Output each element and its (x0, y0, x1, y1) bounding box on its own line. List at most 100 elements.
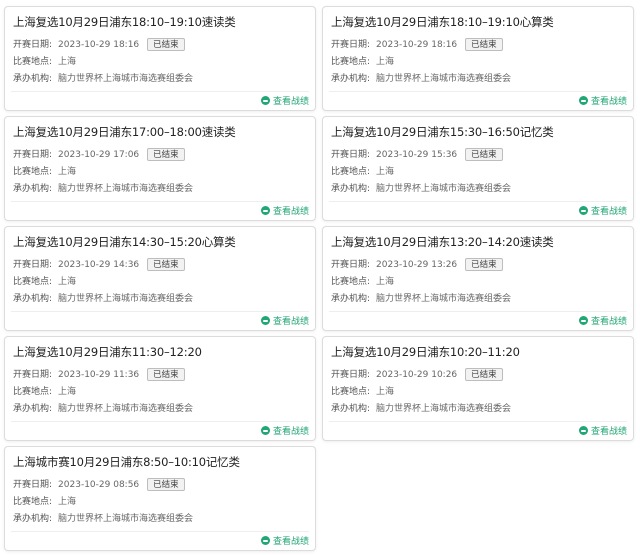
date-row: 开赛日期: 2023-10-29 11:36 已结束 (13, 368, 185, 382)
date-label: 开赛日期: (13, 260, 53, 270)
view-results-label: 查看战绩 (272, 97, 309, 107)
place-value: 上海 (58, 497, 77, 507)
view-results-icon (578, 96, 588, 105)
date-value: 2023-10-29 13:26 (376, 260, 458, 270)
card-title: 上海复选10月29日浦东11:30–12:20 (13, 345, 202, 359)
view-results-icon (260, 96, 270, 105)
organizer-row: 承办机构: 脑力世界杯上海城市海选赛组委会 (13, 182, 193, 196)
view-results-link[interactable]: 查看战绩 (260, 536, 309, 548)
view-results-label: 查看战绩 (272, 317, 309, 327)
organizer-row: 承办机构: 脑力世界杯上海城市海选赛组委会 (13, 402, 193, 416)
view-results-label: 查看战绩 (272, 207, 309, 217)
organizer-value: 脑力世界杯上海城市海选赛组委会 (376, 74, 512, 84)
competition-card: 上海复选10月29日浦东15:30–16:50记忆类 开赛日期: 2023-10-… (322, 116, 634, 221)
card-title: 上海复选10月29日浦东18:10–19:10速读类 (13, 15, 236, 29)
view-results-link[interactable]: 查看战绩 (578, 426, 627, 438)
place-row: 比赛地点: 上海 (13, 275, 76, 289)
place-row: 比赛地点: 上海 (331, 55, 394, 69)
date-label: 开赛日期: (13, 40, 53, 50)
organizer-label: 承办机构: (13, 294, 53, 304)
organizer-row: 承办机构: 脑力世界杯上海城市海选赛组委会 (331, 182, 511, 196)
status-badge: 已结束 (147, 148, 185, 161)
organizer-value: 脑力世界杯上海城市海选赛组委会 (58, 404, 194, 414)
organizer-row: 承办机构: 脑力世界杯上海城市海选赛组委会 (331, 402, 511, 416)
organizer-row: 承办机构: 脑力世界杯上海城市海选赛组委会 (13, 72, 193, 86)
place-row: 比赛地点: 上海 (13, 495, 76, 509)
card-divider (329, 91, 627, 92)
date-value: 2023-10-29 18:16 (376, 40, 458, 50)
organizer-value: 脑力世界杯上海城市海选赛组委会 (376, 294, 512, 304)
place-row: 比赛地点: 上海 (331, 275, 394, 289)
view-results-icon (578, 206, 588, 215)
date-label: 开赛日期: (13, 480, 53, 490)
card-divider (329, 201, 627, 202)
view-results-link[interactable]: 查看战绩 (578, 206, 627, 218)
date-value: 2023-10-29 18:16 (58, 40, 140, 50)
date-value: 2023-10-29 10:26 (376, 370, 458, 380)
date-row: 开赛日期: 2023-10-29 18:16 已结束 (331, 38, 503, 52)
organizer-label: 承办机构: (13, 184, 53, 194)
date-row: 开赛日期: 2023-10-29 15:36 已结束 (331, 148, 503, 162)
organizer-row: 承办机构: 脑力世界杯上海城市海选赛组委会 (13, 292, 193, 306)
status-badge: 已结束 (465, 258, 503, 271)
place-value: 上海 (58, 387, 77, 397)
card-title: 上海城市赛10月29日浦东8:50–10:10记忆类 (13, 455, 240, 469)
view-results-icon (260, 426, 270, 435)
date-row: 开赛日期: 2023-10-29 10:26 已结束 (331, 368, 503, 382)
organizer-label: 承办机构: (331, 404, 371, 414)
organizer-label: 承办机构: (13, 74, 53, 84)
view-results-label: 查看战绩 (590, 97, 627, 107)
place-value: 上海 (376, 57, 395, 67)
view-results-link[interactable]: 查看战绩 (260, 206, 309, 218)
view-results-link[interactable]: 查看战绩 (578, 316, 627, 328)
place-row: 比赛地点: 上海 (13, 165, 76, 179)
date-value: 2023-10-29 15:36 (376, 150, 458, 160)
place-label: 比赛地点: (331, 387, 371, 397)
place-row: 比赛地点: 上海 (13, 55, 76, 69)
view-results-label: 查看战绩 (590, 427, 627, 437)
view-results-icon (260, 316, 270, 325)
place-row: 比赛地点: 上海 (331, 165, 394, 179)
status-badge: 已结束 (465, 148, 503, 161)
date-value: 2023-10-29 08:56 (58, 480, 140, 490)
view-results-link[interactable]: 查看战绩 (260, 316, 309, 328)
date-row: 开赛日期: 2023-10-29 14:36 已结束 (13, 258, 185, 272)
place-label: 比赛地点: (331, 277, 371, 287)
organizer-value: 脑力世界杯上海城市海选赛组委会 (58, 514, 194, 524)
status-badge: 已结束 (147, 478, 185, 491)
date-label: 开赛日期: (331, 40, 371, 50)
date-row: 开赛日期: 2023-10-29 18:16 已结束 (13, 38, 185, 52)
view-results-link[interactable]: 查看战绩 (260, 96, 309, 108)
card-divider (11, 311, 309, 312)
place-value: 上海 (58, 167, 77, 177)
view-results-link[interactable]: 查看战绩 (578, 96, 627, 108)
card-divider (11, 201, 309, 202)
competition-card: 上海复选10月29日浦东13:20–14:20速读类 开赛日期: 2023-10-… (322, 226, 634, 331)
status-badge: 已结束 (465, 368, 503, 381)
view-results-label: 查看战绩 (272, 537, 309, 547)
date-label: 开赛日期: (13, 370, 53, 380)
card-title: 上海复选10月29日浦东10:20–11:20 (331, 345, 520, 359)
status-badge: 已结束 (147, 258, 185, 271)
view-results-icon (578, 316, 588, 325)
status-badge: 已结束 (147, 38, 185, 51)
competition-card: 上海城市赛10月29日浦东8:50–10:10记忆类 开赛日期: 2023-10-… (4, 446, 316, 551)
place-row: 比赛地点: 上海 (13, 385, 76, 399)
view-results-icon (260, 536, 270, 545)
organizer-label: 承办机构: (331, 294, 371, 304)
date-row: 开赛日期: 2023-10-29 13:26 已结束 (331, 258, 503, 272)
view-results-label: 查看战绩 (272, 427, 309, 437)
competition-card: 上海复选10月29日浦东10:20–11:20 开赛日期: 2023-10-29 … (322, 336, 634, 441)
place-row: 比赛地点: 上海 (331, 385, 394, 399)
organizer-value: 脑力世界杯上海城市海选赛组委会 (58, 294, 194, 304)
organizer-row: 承办机构: 脑力世界杯上海城市海选赛组委会 (331, 292, 511, 306)
place-label: 比赛地点: (331, 167, 371, 177)
organizer-label: 承办机构: (331, 184, 371, 194)
date-row: 开赛日期: 2023-10-29 17:06 已结束 (13, 148, 185, 162)
date-label: 开赛日期: (331, 150, 371, 160)
card-title: 上海复选10月29日浦东15:30–16:50记忆类 (331, 125, 554, 139)
view-results-link[interactable]: 查看战绩 (260, 426, 309, 438)
card-title: 上海复选10月29日浦东13:20–14:20速读类 (331, 235, 554, 249)
place-value: 上海 (376, 167, 395, 177)
place-value: 上海 (376, 387, 395, 397)
